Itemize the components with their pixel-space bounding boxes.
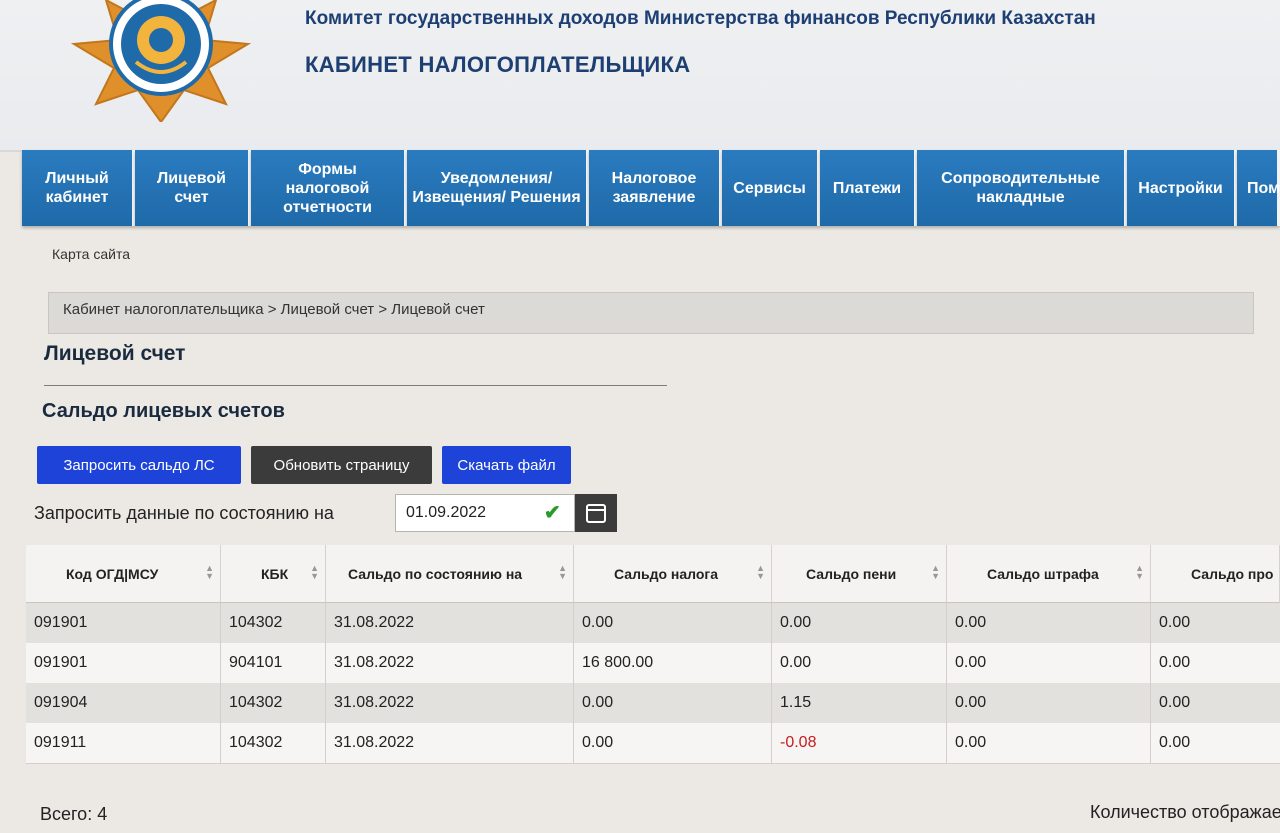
table-row[interactable]: 091911 104302 31.08.2022 0.00 -0.08 0.00… [26,723,1280,764]
org-name: Комитет государственных доходов Министер… [305,8,1096,29]
sort-icon[interactable]: ▲ ▼ [756,564,765,581]
nav-item-notifications[interactable]: Уведомления/ Извещения/ Решения [407,150,589,226]
nav-item-help[interactable]: Пом [1237,150,1280,226]
calendar-button[interactable] [575,494,617,532]
column-header-other-balance[interactable]: Сальдо про [1151,545,1280,603]
breadcrumb[interactable]: Кабинет налогоплательщика > Лицевой счет… [48,292,1254,334]
column-header-penalty-balance[interactable]: Сальдо пени ▲ ▼ [772,545,947,603]
sort-icon[interactable]: ▲ ▼ [558,564,567,581]
negative-value: -0.08 [772,723,947,763]
column-header-ogd-code[interactable]: Код ОГД|МСУ ▲ ▼ [26,545,221,603]
sort-icon[interactable]: ▲ ▼ [310,564,319,581]
nav-item-tax-forms[interactable]: Формы налоговой отчетности [251,150,407,226]
table-row[interactable]: 091901 904101 31.08.2022 16 800.00 0.00 … [26,643,1280,684]
cabinet-title: КАБИНЕТ НАЛОГОПЛАТЕЛЬЩИКА [305,52,691,77]
nav-item-payments[interactable]: Платежи [820,150,917,226]
sort-icon[interactable]: ▲ ▼ [205,564,214,581]
column-header-kbk[interactable]: КБК ▲ ▼ [221,545,326,603]
download-file-button[interactable]: Скачать файл [442,446,571,484]
nav-item-personal-cabinet[interactable]: Личный кабинет [22,150,135,226]
table-row[interactable]: 091901 104302 31.08.2022 0.00 0.00 0.00 … [26,603,1280,644]
section-title: Сальдо лицевых счетов [42,400,285,422]
sitemap-link[interactable]: Карта сайта [52,246,130,262]
table-row[interactable]: 091904 104302 31.08.2022 0.00 1.15 0.00 … [26,683,1280,724]
nav-item-personal-account[interactable]: Лицевой счет [135,150,251,226]
refresh-page-button[interactable]: Обновить страницу [251,446,432,484]
column-header-balance-date[interactable]: Сальдо по состоянию на ▲ ▼ [326,545,574,603]
page-title: Лицевой счет [44,342,186,365]
column-header-tax-balance[interactable]: Сальдо налога ▲ ▼ [574,545,772,603]
check-icon: ✔ [544,502,561,524]
kgd-emblem-icon [70,0,252,122]
nav-item-settings[interactable]: Настройки [1127,150,1237,226]
balance-table: Код ОГД|МСУ ▲ ▼ КБК ▲ ▼ Сальдо по состояни… [26,545,1280,770]
request-balance-button[interactable]: Запросить сальдо ЛС [37,446,241,484]
site-header: Комитет государственных доходов Министер… [0,0,1280,152]
date-filter-label: Запросить данные по состоянию на [34,503,334,523]
sort-icon[interactable]: ▲ ▼ [1135,564,1144,581]
column-header-fine-balance[interactable]: Сальдо штрафа ▲ ▼ [947,545,1151,603]
total-count: Всего: 4 [40,804,108,824]
sort-icon[interactable]: ▲ ▼ [931,564,940,581]
nav-item-waybills[interactable]: Сопроводительные накладные [917,150,1127,226]
nav-item-services[interactable]: Сервисы [722,150,820,226]
main-nav: Личный кабинет Лицевой счет Формы налого… [22,150,1280,240]
page-size-label: Количество отображае [1090,802,1280,822]
calendar-icon [586,504,606,523]
title-divider [44,385,667,386]
nav-item-tax-application[interactable]: Налоговое заявление [589,150,722,226]
